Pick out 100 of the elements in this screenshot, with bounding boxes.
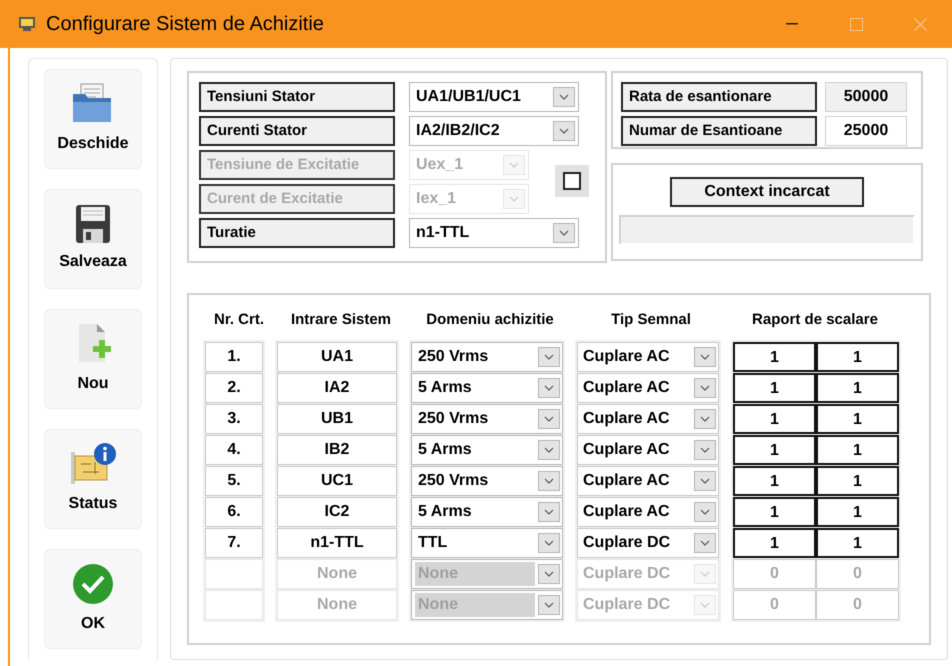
range-dropdown[interactable]: 250 Vrms xyxy=(411,466,563,496)
chevron-down-icon xyxy=(544,354,554,360)
dropdown-button[interactable] xyxy=(694,378,716,398)
range-dropdown[interactable]: 5 Arms xyxy=(411,496,563,526)
scale-field[interactable]: 1 xyxy=(816,434,899,464)
column-header: Raport de scalare xyxy=(751,310,879,330)
toolbar-button[interactable]: OK xyxy=(44,549,142,649)
chevron-down-icon xyxy=(509,162,519,168)
signal-dropdown[interactable]: Cuplare AC xyxy=(577,404,719,434)
dropdown-button[interactable] xyxy=(538,440,560,460)
scale-field[interactable]: 1 xyxy=(733,466,816,496)
table-cell: IB2 xyxy=(277,434,397,464)
scale-field[interactable]: 1 xyxy=(733,434,816,464)
app-icon xyxy=(18,16,36,32)
dropdown-button[interactable] xyxy=(553,87,575,107)
chevron-down-icon xyxy=(700,478,710,484)
dropdown-button[interactable] xyxy=(538,408,560,428)
chevron-down-icon xyxy=(544,446,554,452)
column-header: Tip Semnal xyxy=(610,310,692,330)
table-cell: None xyxy=(277,558,397,588)
dropdown-button[interactable] xyxy=(694,532,716,552)
context-status: Context incarcat xyxy=(670,177,864,207)
channel-dropdown[interactable]: UA1/UB1/UC1 xyxy=(409,82,579,112)
signal-dropdown[interactable]: Cuplare AC xyxy=(577,496,719,526)
dropdown-button[interactable] xyxy=(694,346,716,366)
range-dropdown[interactable]: 250 Vrms xyxy=(411,342,563,372)
dropdown-button[interactable] xyxy=(538,470,560,490)
dropdown-button[interactable] xyxy=(694,408,716,428)
scale-field[interactable]: 1 xyxy=(733,528,816,558)
chevron-down-icon xyxy=(700,540,710,546)
toolbar-button[interactable]: Deschide xyxy=(44,69,142,169)
chevron-down-icon xyxy=(544,602,554,608)
scale-field[interactable]: 1 xyxy=(816,466,899,496)
table-cell: 1. xyxy=(205,342,263,372)
dropdown-button[interactable] xyxy=(538,378,560,398)
chevron-down-icon xyxy=(544,540,554,546)
chevron-down-icon xyxy=(559,128,569,134)
chevron-down-icon xyxy=(700,446,710,452)
toolbar-button[interactable]: Status xyxy=(44,429,142,529)
scale-field[interactable]: 1 xyxy=(733,342,816,372)
field-label: Curenti Stator xyxy=(199,116,395,146)
scale-field[interactable]: 1 xyxy=(733,404,816,434)
range-dropdown[interactable]: 5 Arms xyxy=(411,372,563,402)
signal-dropdown[interactable]: Cuplare AC xyxy=(577,434,719,464)
field-label: Turatie xyxy=(199,218,395,248)
scale-field[interactable]: 1 xyxy=(816,372,899,402)
dropdown-button[interactable] xyxy=(538,502,560,522)
table-cell: 3. xyxy=(205,404,263,434)
table-cell: 5. xyxy=(205,466,263,496)
column-header: Intrare Sistem xyxy=(290,310,392,330)
dropdown-button[interactable] xyxy=(694,502,716,522)
table-cell: UB1 xyxy=(277,404,397,434)
signal-dropdown[interactable]: Cuplare DC xyxy=(577,528,719,558)
dropdown-button[interactable] xyxy=(694,440,716,460)
chevron-down-icon xyxy=(544,570,554,576)
chevron-down-icon xyxy=(544,416,554,422)
dropdown-button[interactable] xyxy=(538,346,560,366)
chevron-down-icon xyxy=(559,94,569,100)
signal-dropdown[interactable]: Cuplare AC xyxy=(577,342,719,372)
minimize-icon xyxy=(786,23,798,25)
table-cell: 6. xyxy=(205,496,263,526)
signal-dropdown[interactable]: Cuplare AC xyxy=(577,372,719,402)
window-title: Configurare Sistem de Achizitie xyxy=(46,12,324,37)
field-label: Tensiuni Stator xyxy=(199,82,395,112)
check-circle-icon xyxy=(71,562,115,606)
column-header: Domeniu achizitie xyxy=(425,310,555,330)
value-field[interactable]: 25000 xyxy=(825,116,907,146)
range-dropdown[interactable]: TTL xyxy=(411,528,563,558)
scale-field[interactable]: 1 xyxy=(816,404,899,434)
dropdown-button[interactable] xyxy=(538,594,560,614)
dropdown-button[interactable] xyxy=(538,564,560,584)
scale-field[interactable]: 1 xyxy=(816,342,899,372)
dropdown-button[interactable] xyxy=(694,470,716,490)
table-cell: UA1 xyxy=(277,342,397,372)
channel-dropdown[interactable]: n1-TTL xyxy=(409,218,579,248)
dropdown-button[interactable] xyxy=(553,121,575,141)
maximize-icon xyxy=(850,18,862,30)
chevron-down-icon xyxy=(544,384,554,390)
chevron-down-icon xyxy=(509,196,519,202)
range-dropdown[interactable]: 5 Arms xyxy=(411,434,563,464)
dropdown-button[interactable] xyxy=(538,532,560,552)
dropdown-button[interactable] xyxy=(553,223,575,243)
toolbar-button[interactable]: Salveaza xyxy=(44,189,142,289)
table-cell: n1-TTL xyxy=(277,528,397,558)
scale-field[interactable]: 1 xyxy=(816,496,899,526)
scale-field[interactable]: 1 xyxy=(733,372,816,402)
scale-field[interactable]: 1 xyxy=(733,496,816,526)
field-label: Tensiune de Excitatie xyxy=(199,150,395,180)
scale-field[interactable]: 1 xyxy=(816,528,899,558)
chevron-down-icon xyxy=(559,230,569,236)
chevron-down-icon xyxy=(700,602,710,608)
table-cell: IA2 xyxy=(277,372,397,402)
chevron-down-icon xyxy=(700,384,710,390)
range-dropdown[interactable]: 250 Vrms xyxy=(411,404,563,434)
checkbox[interactable] xyxy=(563,172,581,190)
close-icon xyxy=(914,18,926,30)
table-cell: None xyxy=(277,590,397,620)
channel-dropdown[interactable]: IA2/IB2/IC2 xyxy=(409,116,579,146)
signal-dropdown[interactable]: Cuplare AC xyxy=(577,466,719,496)
toolbar-button[interactable]: Nou xyxy=(44,309,142,409)
